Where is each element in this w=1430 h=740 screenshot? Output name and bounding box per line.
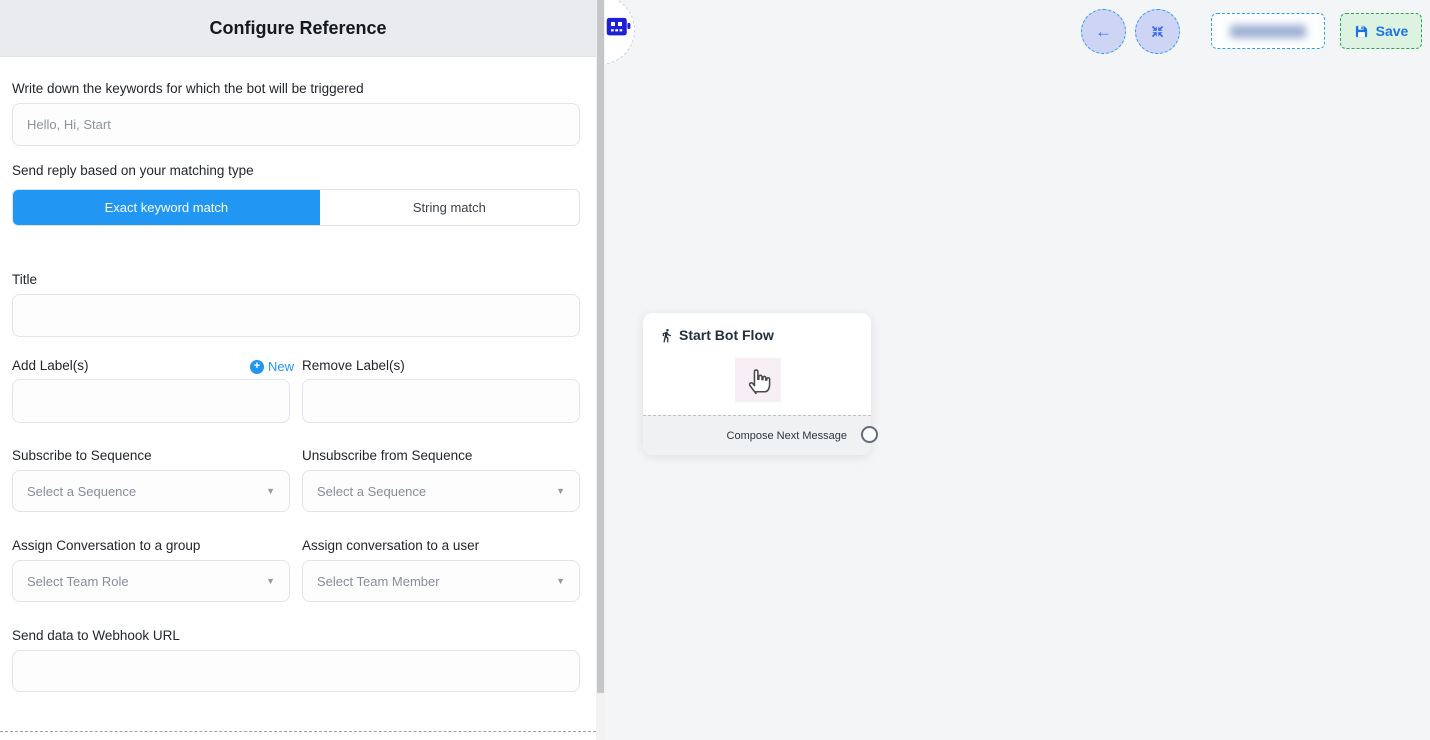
floppy-disk-icon <box>1354 24 1369 39</box>
node-title: Start Bot Flow <box>679 327 774 343</box>
tab-string-match[interactable]: String match <box>320 190 579 225</box>
new-label-link[interactable]: + New <box>250 359 294 374</box>
unsubscribe-sequence-value: Select a Sequence <box>317 484 426 499</box>
chevron-down-icon: ▼ <box>556 487 565 496</box>
connection-handle[interactable] <box>861 426 878 443</box>
compress-arrows-icon <box>1150 24 1165 39</box>
remove-labels-input[interactable] <box>302 379 580 423</box>
webhook-label: Send data to Webhook URL <box>12 628 180 643</box>
robot-icon <box>603 11 633 41</box>
add-labels-input[interactable] <box>12 379 290 423</box>
save-button[interactable]: Save <box>1340 13 1422 49</box>
start-bot-flow-node[interactable]: Start Bot Flow Compose Next Message <box>643 313 871 455</box>
unsubscribe-sequence-label: Unsubscribe from Sequence <box>302 448 472 463</box>
title-label: Title <box>12 272 37 287</box>
node-title-row: Start Bot Flow <box>659 327 774 343</box>
panel-scrollbar-thumb[interactable] <box>597 0 604 693</box>
fit-view-button[interactable] <box>1135 9 1180 54</box>
assign-user-label: Assign conversation to a user <box>302 538 479 553</box>
save-button-label: Save <box>1376 23 1409 39</box>
tab-exact-keyword-match[interactable]: Exact keyword match <box>13 190 320 225</box>
assign-group-select[interactable]: Select Team Role ▼ <box>12 560 290 602</box>
compose-next-message-label: Compose Next Message <box>727 430 847 442</box>
chevron-down-icon: ▼ <box>556 577 565 586</box>
configure-reference-panel: Configure Reference Write down the keywo… <box>0 0 596 740</box>
subscribe-sequence-select[interactable]: Select a Sequence ▼ <box>12 470 290 512</box>
remove-labels-label: Remove Label(s) <box>302 358 405 373</box>
subscribe-sequence-value: Select a Sequence <box>27 484 136 499</box>
assign-group-value: Select Team Role <box>27 574 129 589</box>
redacted-flow-name-button[interactable] <box>1211 13 1325 49</box>
back-arrow-icon: ← <box>1095 22 1112 42</box>
plus-circle-icon: + <box>250 360 264 374</box>
matching-type-tabs: Exact keyword match String match <box>12 189 580 226</box>
chevron-down-icon: ▼ <box>266 577 275 586</box>
node-footer: Compose Next Message <box>643 415 871 455</box>
cursor-highlight-box <box>735 358 781 402</box>
new-label-link-text: New <box>268 359 294 374</box>
back-button[interactable]: ← <box>1081 9 1126 54</box>
walking-person-icon <box>659 328 674 343</box>
matching-type-label: Send reply based on your matching type <box>12 163 254 178</box>
panel-bottom-divider <box>0 731 596 732</box>
hand-pointer-cursor-icon <box>741 363 775 397</box>
webhook-input[interactable] <box>12 650 580 692</box>
assign-group-label: Assign Conversation to a group <box>12 538 200 553</box>
blurred-text <box>1230 25 1306 38</box>
assign-user-select[interactable]: Select Team Member ▼ <box>302 560 580 602</box>
title-input[interactable] <box>12 294 580 337</box>
panel-header: Configure Reference <box>0 0 596 57</box>
subscribe-sequence-label: Subscribe to Sequence <box>12 448 152 463</box>
assign-user-value: Select Team Member <box>317 574 440 589</box>
unsubscribe-sequence-select[interactable]: Select a Sequence ▼ <box>302 470 580 512</box>
chevron-down-icon: ▼ <box>266 487 275 496</box>
panel-title: Configure Reference <box>209 18 386 39</box>
keywords-input[interactable] <box>12 103 580 146</box>
add-labels-label: Add Label(s) <box>12 358 89 373</box>
keywords-label: Write down the keywords for which the bo… <box>12 81 364 96</box>
